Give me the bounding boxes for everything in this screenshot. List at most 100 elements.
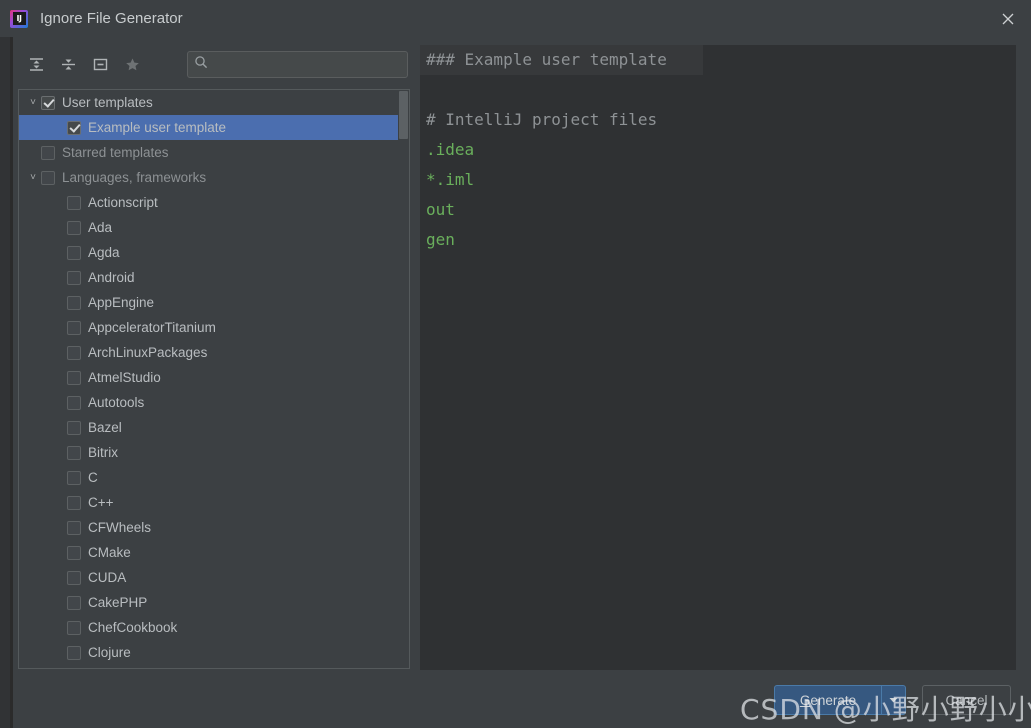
tree-row-checkbox[interactable] [67,320,81,335]
preview-line: out [420,195,1016,225]
tree-row-checkbox[interactable] [67,645,81,660]
tree-row-label: Example user template [88,120,227,135]
tree-row-label: C++ [88,495,114,510]
background-window-strip [0,0,11,728]
tree-row-label: Actionscript [88,195,158,210]
tree-row-checkbox[interactable] [67,370,81,385]
preview-line: ### Example user template [420,45,703,75]
tree-row-checkbox[interactable] [67,270,81,285]
tree-row-checkbox[interactable] [67,195,81,210]
tree-row[interactable]: ˅Clojure [19,640,409,665]
tree-row-checkbox[interactable] [67,470,81,485]
tree-row-label: Languages, frameworks [62,170,207,185]
expand-all-icon[interactable] [20,49,52,79]
collapse-box-icon[interactable] [84,49,116,79]
tree-row[interactable]: ˅CUDA [19,565,409,590]
tree-scrollbar-track[interactable] [398,90,409,668]
preview-line-text: out [426,200,455,219]
tree-row-checkbox[interactable] [67,220,81,235]
tree-row-label: User templates [62,95,153,110]
tree-row[interactable]: ˅Bitrix [19,440,409,465]
tree-row-checkbox[interactable] [67,595,81,610]
tree-row-checkbox[interactable] [67,570,81,585]
cancel-button-label: Cancel [945,692,988,708]
ignore-file-generator-dialog: IJ Ignore File Generator ˅ User template… [0,0,1031,728]
tree-row[interactable]: ˅ChefCookbook [19,615,409,640]
tree-row-checkbox[interactable] [67,295,81,310]
tree-row-label: ArchLinuxPackages [88,345,208,360]
search-icon [194,55,208,74]
template-preview-panel[interactable]: ### Example user template # IntelliJ proj… [420,45,1016,670]
tree-row-checkbox[interactable] [41,170,55,185]
tree-row-label: ChefCookbook [88,620,178,635]
tree-row-checkbox[interactable] [67,620,81,635]
chevron-down-icon[interactable]: ˅ [25,172,41,183]
tree-row-checkbox[interactable] [41,95,55,110]
tree-row[interactable]: ˅AppceleratorTitanium [19,315,409,340]
tree-row-label: Starred templates [62,145,169,160]
star-icon[interactable] [116,49,148,79]
tree-row-label: CMake [88,545,131,560]
tree-row-checkbox[interactable] [67,520,81,535]
tree-row[interactable]: ˅ User templates [19,90,409,115]
chevron-down-icon[interactable]: ˅ [25,97,41,108]
templates-tree-panel: ˅User templates˅Example user template˅St… [18,89,410,669]
templates-tree[interactable]: ˅User templates˅Example user template˅St… [19,90,409,668]
preview-line-text: # IntelliJ project files [426,110,658,129]
tree-row-label: CakePHP [88,595,148,610]
tree-row[interactable]: ˅ArchLinuxPackages [19,340,409,365]
tree-row[interactable]: ˅CFWheels [19,515,409,540]
tree-row[interactable]: ˅Android [19,265,409,290]
tree-row-checkbox[interactable] [67,395,81,410]
tree-row[interactable]: ˅CakePHP [19,590,409,615]
tree-row-label: Autotools [88,395,145,410]
chevron-down-icon[interactable] [881,686,905,714]
tree-row[interactable]: ˅Starred templates [19,140,409,165]
window-title: Ignore File Generator [40,10,183,27]
preview-line-text: ### Example user template [426,50,667,69]
tree-row-checkbox[interactable] [67,445,81,460]
tree-row[interactable]: ˅Ada [19,215,409,240]
tree-row[interactable]: ˅Bazel [19,415,409,440]
preview-line [420,75,1016,105]
tree-row-label: AppceleratorTitanium [88,320,216,335]
tree-row-checkbox[interactable] [67,420,81,435]
search-box[interactable] [187,51,408,78]
tree-row-label: CFWheels [88,520,152,535]
tree-row[interactable]: ˅CMake [19,540,409,565]
tree-row-checkbox[interactable] [67,345,81,360]
preview-line: # IntelliJ project files [420,105,1016,135]
search-input[interactable] [214,56,401,73]
tree-row[interactable]: ˅AtmelStudio [19,365,409,390]
tree-row[interactable]: ˅Example user template [19,115,409,140]
tree-row[interactable]: ˅C++ [19,490,409,515]
tree-row-label: AtmelStudio [88,370,161,385]
tree-row-label: Android [88,270,135,285]
background-window-divider [11,0,13,728]
tree-row-label: Ada [88,220,113,235]
tree-row[interactable]: ˅Actionscript [19,190,409,215]
generate-button[interactable]: Generate [774,685,906,715]
tree-row-checkbox[interactable] [67,120,81,135]
tree-row-label: Agda [88,245,120,260]
tree-row[interactable]: ˅Autotools [19,390,409,415]
tree-row-checkbox[interactable] [67,495,81,510]
tree-row-checkbox[interactable] [67,245,81,260]
title-bar: IJ Ignore File Generator [0,0,1031,37]
tree-row[interactable]: ˅C [19,465,409,490]
tree-row[interactable]: ˅Agda [19,240,409,265]
close-icon[interactable] [985,0,1031,37]
tree-row-checkbox[interactable] [41,145,55,160]
preview-line-text: gen [426,230,455,249]
tree-scrollbar-thumb[interactable] [399,91,408,139]
collapse-all-icon[interactable] [52,49,84,79]
cancel-button[interactable]: Cancel [922,685,1011,715]
intellij-idea-logo-text: IJ [12,12,26,25]
generate-rest: enerate [810,692,857,708]
preview-line: .idea [420,135,1016,165]
tree-row-label: AppEngine [88,295,155,310]
tree-row[interactable]: ˅AppEngine [19,290,409,315]
tree-row[interactable]: ˅ Languages, frameworks [19,165,409,190]
tree-row-label: CUDA [88,570,127,585]
tree-row-checkbox[interactable] [67,545,81,560]
